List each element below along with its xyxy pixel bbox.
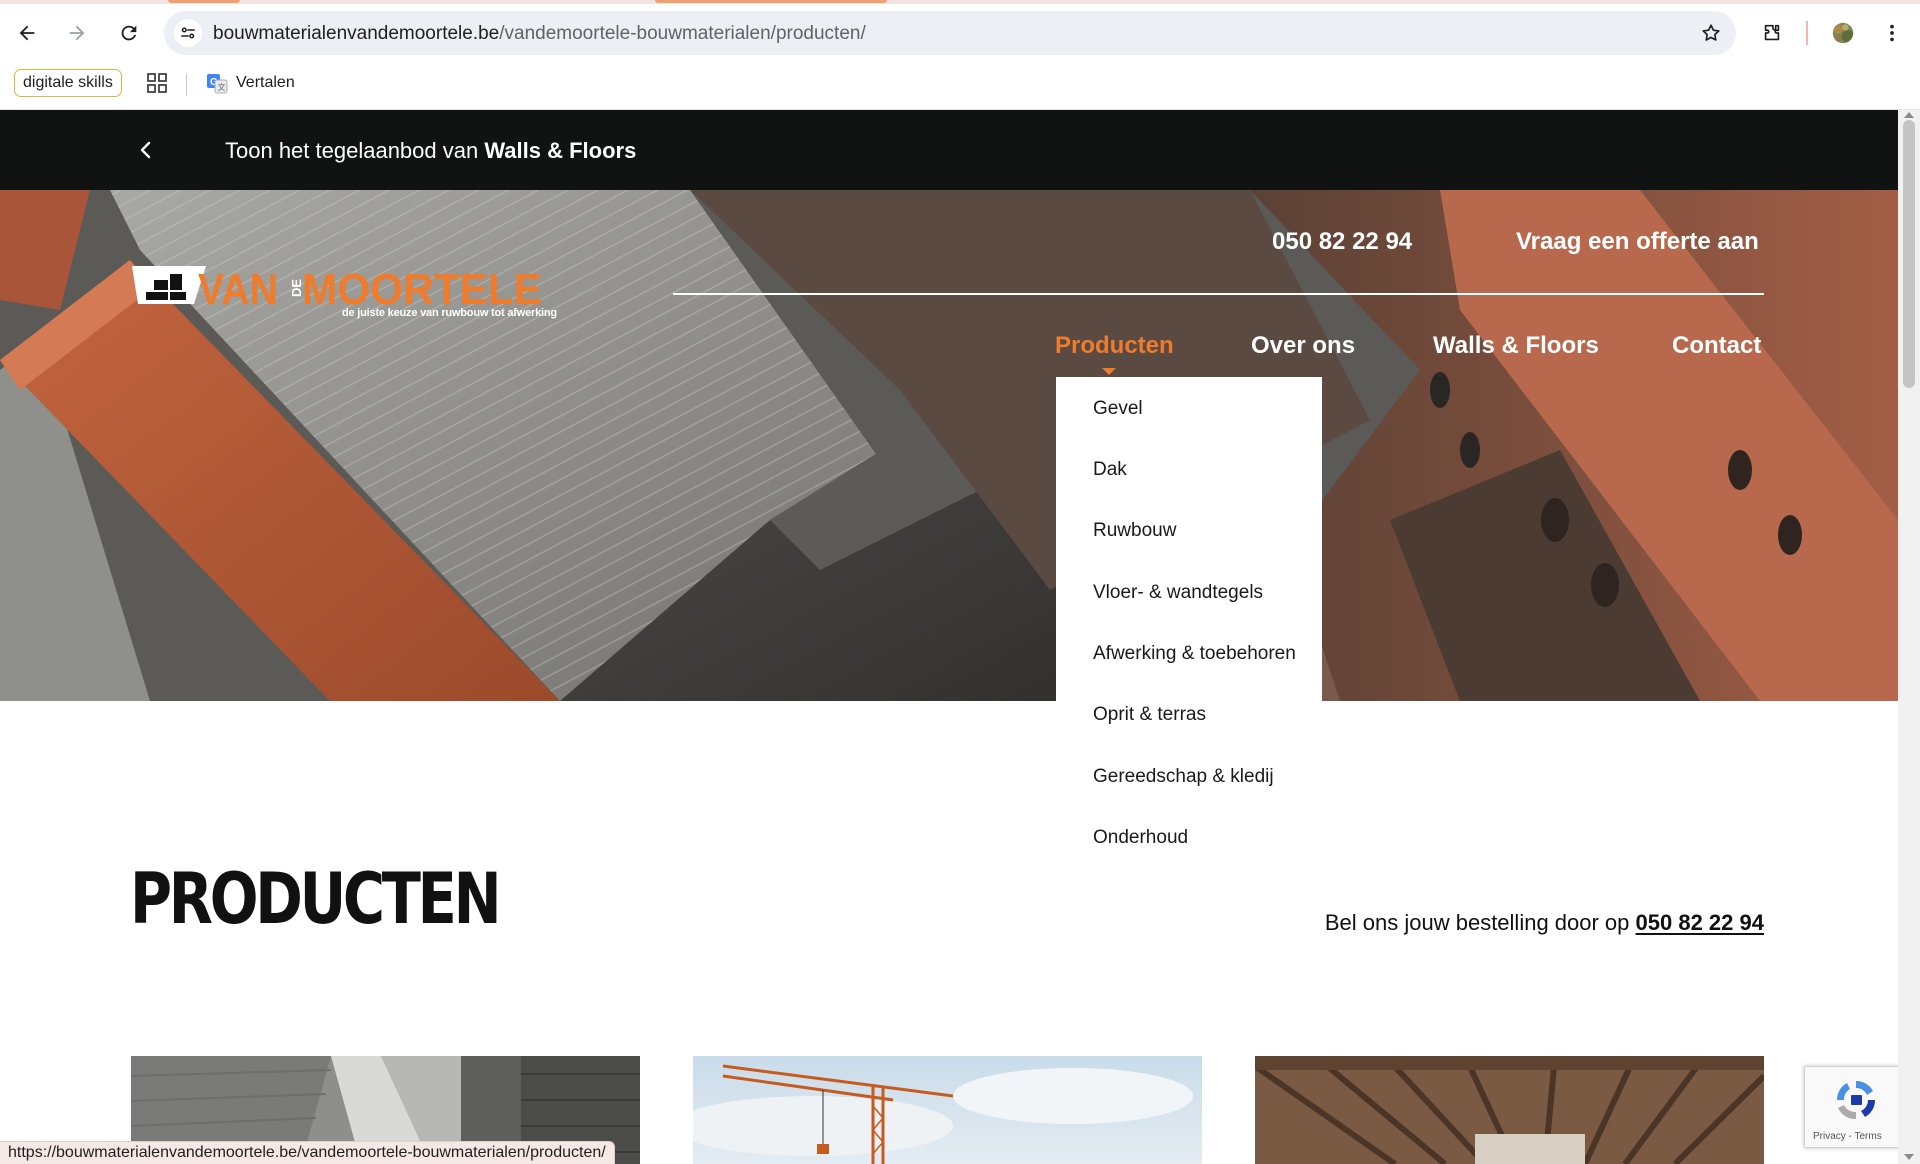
- extensions-button[interactable]: [1754, 15, 1790, 51]
- dropdown-item-gereedschap-kledij[interactable]: Gereedschap & kledij: [1093, 766, 1274, 788]
- nav-over-ons[interactable]: Over ons: [1251, 332, 1355, 360]
- avatar: [1832, 22, 1854, 44]
- reload-icon: [121, 25, 137, 41]
- header-phone-link[interactable]: 050 82 22 94: [1272, 228, 1412, 256]
- url-domain: bouwmaterialenvandemoortele.be: [213, 23, 500, 44]
- tab-indicator: [655, 0, 887, 3]
- dropdown-item-oprit-terras[interactable]: Oprit & terras: [1093, 704, 1206, 726]
- profile-button[interactable]: [1825, 15, 1861, 51]
- reload-button[interactable]: [111, 15, 147, 51]
- address-bar[interactable]: bouwmaterialenvandemoortele.be/vandemoor…: [164, 11, 1736, 55]
- product-card-image: [1255, 1056, 1764, 1164]
- logo-tagline: de juiste keuze van ruwbouw tot afwerkin…: [342, 307, 557, 319]
- extensions-icon: [1764, 24, 1780, 41]
- back-button[interactable]: [9, 15, 45, 51]
- logo-van: VAN: [198, 266, 278, 314]
- bookmark-label: Vertalen: [236, 74, 295, 91]
- apps-grid-icon[interactable]: [146, 72, 168, 94]
- bookmarks-bar: digitale skills G文 Vertalen: [0, 62, 1920, 110]
- dropdown-item-gevel[interactable]: Gevel: [1093, 398, 1143, 420]
- toolbar-divider: [1806, 21, 1808, 45]
- svg-text:文: 文: [218, 82, 226, 92]
- nav-producten[interactable]: Producten: [1055, 332, 1174, 360]
- bookmark-divider: [186, 74, 187, 96]
- order-phone-link[interactable]: 050 82 22 94: [1636, 910, 1764, 935]
- quote-request-link[interactable]: Vraag een offerte aan: [1516, 228, 1759, 256]
- back-icon: [19, 25, 35, 41]
- dropdown-item-dak[interactable]: Dak: [1093, 459, 1127, 481]
- dropdown-item-ruwbouw[interactable]: Ruwbouw: [1093, 520, 1176, 542]
- scroll-thumb[interactable]: [1903, 120, 1915, 388]
- translate-icon: G文: [207, 74, 228, 94]
- scroll-down-arrow-icon[interactable]: [1904, 1154, 1914, 1160]
- dropdown-item-afwerking-toebehoren[interactable]: Afwerking & toebehoren: [1093, 643, 1296, 665]
- announcement-text[interactable]: Toon het tegelaanbod van Walls & Floors: [225, 138, 636, 164]
- recaptcha-links[interactable]: Privacy - Terms: [1813, 1131, 1882, 1142]
- site-info-icon[interactable]: [174, 19, 202, 47]
- star-icon[interactable]: [1700, 22, 1722, 44]
- browser-toolbar: bouwmaterialenvandemoortele.be/vandemoor…: [0, 4, 1920, 62]
- bookmark-digitale-skills[interactable]: digitale skills: [14, 69, 122, 97]
- announcement-bar: Toon het tegelaanbod van Walls & Floors: [0, 110, 1898, 190]
- order-prefix: Bel ons jouw bestelling door op: [1324, 910, 1630, 935]
- scroll-up-arrow-icon[interactable]: [1904, 112, 1914, 118]
- page-title: PRODUCTEN: [130, 858, 502, 940]
- chevron-left-icon[interactable]: [136, 138, 156, 162]
- recaptcha-badge[interactable]: Privacy - Terms: [1804, 1066, 1900, 1148]
- nav-walls-floors[interactable]: Walls & Floors: [1433, 332, 1599, 360]
- dropdown-item-onderhoud[interactable]: Onderhoud: [1093, 827, 1188, 849]
- order-by-phone: Bel ons jouw bestelling door op 050 82 2…: [1325, 910, 1764, 936]
- forward-icon: [69, 25, 85, 41]
- bookmark-vertalen[interactable]: G文 Vertalen: [206, 70, 295, 96]
- forward-button[interactable]: [59, 15, 95, 51]
- url-text[interactable]: bouwmaterialenvandemoortele.be/vandemoor…: [213, 23, 866, 45]
- browser-menu-button[interactable]: [1874, 15, 1910, 51]
- recaptcha-icon: [1836, 1080, 1876, 1120]
- nav-contact[interactable]: Contact: [1672, 332, 1761, 360]
- tab-indicator: [168, 0, 240, 3]
- nav-active-caret-icon: [1102, 368, 1116, 375]
- dropdown-item-vloer-wandtegels[interactable]: Vloer- & wandtegels: [1093, 582, 1263, 604]
- product-card-afwerking[interactable]: [1255, 1056, 1764, 1164]
- page-scrollbar[interactable]: [1898, 110, 1920, 1164]
- menu-icon: [1890, 24, 1894, 42]
- header-divider: [673, 293, 1764, 295]
- producten-dropdown-menu: Gevel Dak Ruwbouw Vloer- & wandtegels Af…: [1056, 377, 1322, 867]
- announcement-brand: Walls & Floors: [484, 138, 637, 163]
- product-card-image: [693, 1056, 1202, 1164]
- product-card-ruwbouw[interactable]: [693, 1056, 1202, 1164]
- announcement-prefix: Toon het tegelaanbod van: [225, 138, 479, 163]
- url-path: /vandemoortele-bouwmaterialen/producten/: [499, 23, 866, 44]
- status-bar-url: https://bouwmaterialenvandemoortele.be/v…: [0, 1141, 615, 1164]
